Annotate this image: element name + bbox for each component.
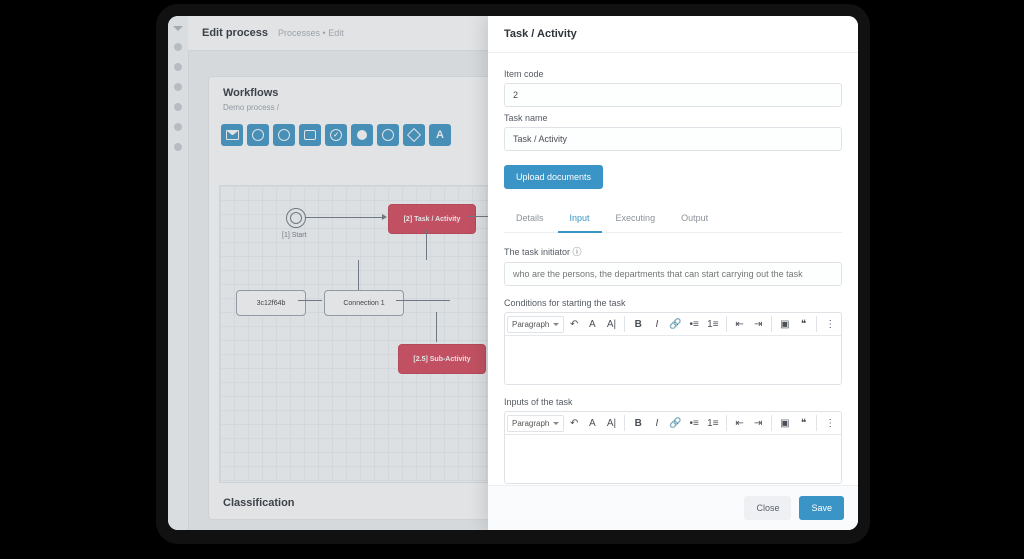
page-title: Edit process xyxy=(202,27,268,39)
tab-executing[interactable]: Executing xyxy=(604,205,668,232)
bulleted-list-icon[interactable]: •≡ xyxy=(685,315,703,333)
rail-item[interactable] xyxy=(174,123,182,131)
editor-toolbar: Paragraph ↶ A A| B I 🔗 •≡ 1≡ ⇤ xyxy=(505,412,841,435)
rail-item[interactable] xyxy=(174,143,182,151)
save-button[interactable]: Save xyxy=(799,496,844,520)
paragraph-select[interactable]: Paragraph xyxy=(507,415,564,432)
indent-icon[interactable]: ⇥ xyxy=(749,315,767,333)
font-size-icon[interactable]: A xyxy=(584,414,602,432)
tab-input[interactable]: Input xyxy=(558,205,602,233)
connector xyxy=(298,300,322,301)
quote-icon[interactable]: ❝ xyxy=(795,414,813,432)
left-rail xyxy=(168,16,189,530)
node-start[interactable] xyxy=(286,208,306,228)
italic-icon[interactable]: I xyxy=(648,315,666,333)
font-color-icon[interactable]: A| xyxy=(603,315,621,333)
panel-footer: Close Save xyxy=(488,485,858,530)
outdent-icon[interactable]: ⇤ xyxy=(731,414,749,432)
classification-title: Classification xyxy=(223,497,295,509)
outdent-icon[interactable]: ⇤ xyxy=(731,315,749,333)
task-side-panel: Task / Activity Item code Task name Uplo… xyxy=(488,16,858,530)
inputs-textarea[interactable] xyxy=(505,435,841,483)
bold-icon[interactable]: B xyxy=(629,315,647,333)
collapse-chevron-icon[interactable] xyxy=(173,26,183,31)
tool-check-icon[interactable]: ✓ xyxy=(325,124,347,146)
tool-text-icon[interactable]: A xyxy=(429,124,451,146)
font-size-icon[interactable]: A xyxy=(584,315,602,333)
connector xyxy=(358,260,359,290)
item-code-input[interactable] xyxy=(504,83,842,107)
panel-tabs: Details Input Executing Output xyxy=(504,205,842,233)
app-screen: Edit process Processes • Edit Workflows … xyxy=(168,16,858,530)
tool-envelope-icon[interactable] xyxy=(221,124,243,146)
numbered-list-icon[interactable]: 1≡ xyxy=(704,414,722,432)
task-name-input[interactable] xyxy=(504,127,842,151)
connector xyxy=(396,300,450,301)
undo-icon[interactable]: ↶ xyxy=(565,315,583,333)
upload-documents-button[interactable]: Upload documents xyxy=(504,165,603,189)
conditions-editor: Paragraph ↶ A A| B I 🔗 •≡ 1≡ ⇤ xyxy=(504,312,842,385)
link-icon[interactable]: 🔗 xyxy=(667,414,685,432)
paragraph-select[interactable]: Paragraph xyxy=(507,316,564,333)
connector xyxy=(426,230,427,260)
rail-item[interactable] xyxy=(174,103,182,111)
more-icon[interactable]: ⋮ xyxy=(821,414,839,432)
panel-title: Task / Activity xyxy=(488,16,858,53)
conditions-textarea[interactable] xyxy=(505,336,841,384)
undo-icon[interactable]: ↶ xyxy=(565,414,583,432)
rail-item[interactable] xyxy=(174,83,182,91)
node-task[interactable]: [2] Task / Activity xyxy=(388,204,476,234)
inputs-label: Inputs of the task xyxy=(504,397,842,407)
connector xyxy=(306,217,384,218)
close-button[interactable]: Close xyxy=(744,496,791,520)
inputs-editor: Paragraph ↶ A A| B I 🔗 •≡ 1≡ ⇤ xyxy=(504,411,842,484)
link-icon[interactable]: 🔗 xyxy=(667,315,685,333)
node-subactivity[interactable]: [2.5] Sub-Activity xyxy=(398,344,486,374)
tool-filled-circle-icon[interactable] xyxy=(351,124,373,146)
node-connection[interactable]: Connection 1 xyxy=(324,290,404,316)
bulleted-list-icon[interactable]: •≡ xyxy=(685,414,703,432)
tab-output[interactable]: Output xyxy=(669,205,720,232)
breadcrumb: Processes • Edit xyxy=(278,28,344,38)
quote-icon[interactable]: ❝ xyxy=(795,315,813,333)
tool-clock-icon[interactable] xyxy=(247,124,269,146)
rail-item[interactable] xyxy=(174,43,182,51)
tool-circle-icon[interactable] xyxy=(377,124,399,146)
indent-icon[interactable]: ⇥ xyxy=(749,414,767,432)
node-box[interactable]: 3c12f64b xyxy=(236,290,306,316)
font-color-icon[interactable]: A| xyxy=(603,414,621,432)
initiator-label: The task initiator ⓘ xyxy=(504,245,842,258)
italic-icon[interactable]: I xyxy=(648,414,666,432)
connector xyxy=(436,312,437,342)
bold-icon[interactable]: B xyxy=(629,414,647,432)
editor-toolbar: Paragraph ↶ A A| B I 🔗 •≡ 1≡ ⇤ xyxy=(505,313,841,336)
rail-item[interactable] xyxy=(174,63,182,71)
tool-timer-icon[interactable] xyxy=(273,124,295,146)
image-icon[interactable]: ▣ xyxy=(776,414,794,432)
node-start-label: [1] Start xyxy=(282,232,307,239)
tool-diamond-icon[interactable] xyxy=(403,124,425,146)
image-icon[interactable]: ▣ xyxy=(776,315,794,333)
tablet-frame: Edit process Processes • Edit Workflows … xyxy=(156,4,870,544)
more-icon[interactable]: ⋮ xyxy=(821,315,839,333)
conditions-label: Conditions for starting the task xyxy=(504,298,842,308)
numbered-list-icon[interactable]: 1≡ xyxy=(704,315,722,333)
arrow-icon xyxy=(382,214,387,220)
initiator-input[interactable] xyxy=(504,262,842,286)
tool-rect-icon[interactable] xyxy=(299,124,321,146)
task-name-label: Task name xyxy=(504,113,842,123)
item-code-label: Item code xyxy=(504,69,842,79)
tab-details[interactable]: Details xyxy=(504,205,556,232)
